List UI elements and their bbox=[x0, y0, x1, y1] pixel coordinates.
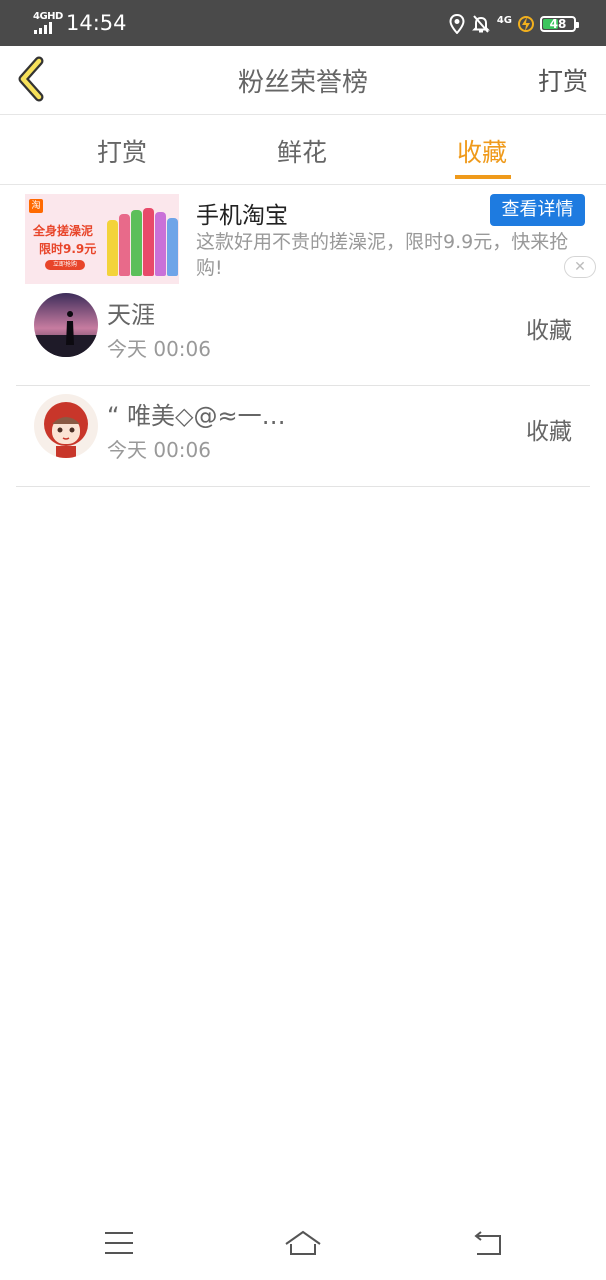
product-bottle bbox=[119, 214, 130, 276]
avatar[interactable] bbox=[34, 293, 98, 357]
tab-bar: 打赏 鲜花 收藏 bbox=[0, 115, 606, 185]
product-bottle bbox=[131, 210, 142, 276]
product-bottle bbox=[167, 218, 178, 276]
ad-banner[interactable]: 淘 全身搓澡泥 限时9.9元 立即抢购 手机淘宝 查看详情 这款好用不贵的搓澡泥… bbox=[0, 185, 606, 285]
view-details-button[interactable]: 查看详情 bbox=[490, 194, 585, 226]
location-icon bbox=[449, 14, 465, 34]
tab-active-indicator bbox=[455, 175, 511, 179]
reward-button[interactable]: 打赏 bbox=[538, 62, 588, 98]
system-nav-bar bbox=[0, 1210, 606, 1280]
action-label: 收藏 bbox=[526, 419, 572, 445]
back-icon bbox=[474, 1231, 501, 1255]
timestamp: 今天 00:06 bbox=[107, 438, 211, 462]
timestamp: 今天 00:06 bbox=[107, 337, 211, 361]
network-type-right: 4G bbox=[496, 15, 512, 26]
user-name: “ 唯美◇@≈一… bbox=[107, 402, 286, 430]
status-icons: 4G 48 bbox=[449, 10, 579, 38]
ad-app-name: 手机淘宝 bbox=[196, 203, 288, 229]
taobao-logo-icon: 淘 bbox=[29, 199, 43, 213]
ad-image-price: 限时9.9元 bbox=[39, 242, 97, 256]
avatar[interactable] bbox=[34, 394, 98, 458]
header: 粉丝荣誉榜 打赏 bbox=[0, 46, 606, 115]
ad-image[interactable]: 淘 全身搓澡泥 限时9.9元 立即抢购 bbox=[25, 194, 179, 284]
home-icon bbox=[285, 1230, 321, 1255]
ad-image-title: 全身搓澡泥 bbox=[33, 224, 94, 238]
page-title: 粉丝荣誉榜 bbox=[237, 68, 368, 98]
list-item[interactable]: “ 唯美◇@≈一… 今天 00:06 收藏 bbox=[16, 386, 590, 487]
tab-favorites[interactable]: 收藏 bbox=[457, 133, 507, 169]
action-label: 收藏 bbox=[526, 318, 572, 344]
clock: 14:54 bbox=[66, 11, 127, 35]
tab-flowers[interactable]: 鲜花 bbox=[277, 133, 327, 169]
product-bottle bbox=[155, 212, 166, 276]
product-bottle bbox=[107, 220, 118, 276]
network-type: 4GHD bbox=[33, 11, 63, 22]
menu-icon bbox=[105, 1232, 133, 1254]
home-button[interactable] bbox=[283, 1228, 323, 1260]
battery-icon: 48 bbox=[540, 16, 579, 32]
back-nav-button[interactable] bbox=[467, 1228, 507, 1260]
favorites-list: 天涯 今天 00:06 收藏 “ 唯美◇@≈一… 今天 00:06 收藏 bbox=[16, 285, 590, 487]
status-bar: 4GHD 14:54 4G 48 bbox=[0, 0, 606, 46]
user-name: 天涯 bbox=[107, 301, 155, 329]
ad-description: 这款好用不贵的搓澡泥，限时9.9元，快来抢购! bbox=[196, 231, 569, 279]
battery-level: 48 bbox=[549, 17, 567, 31]
menu-button[interactable] bbox=[99, 1228, 139, 1260]
charging-icon bbox=[518, 16, 534, 32]
signal-icon bbox=[34, 22, 58, 34]
ad-image-button: 立即抢购 bbox=[45, 260, 85, 270]
tab-reward[interactable]: 打赏 bbox=[97, 133, 147, 169]
product-bottle bbox=[143, 208, 154, 276]
list-item[interactable]: 天涯 今天 00:06 收藏 bbox=[16, 285, 590, 386]
bell-off-icon bbox=[471, 15, 490, 33]
close-icon[interactable]: ✕ bbox=[564, 256, 596, 278]
